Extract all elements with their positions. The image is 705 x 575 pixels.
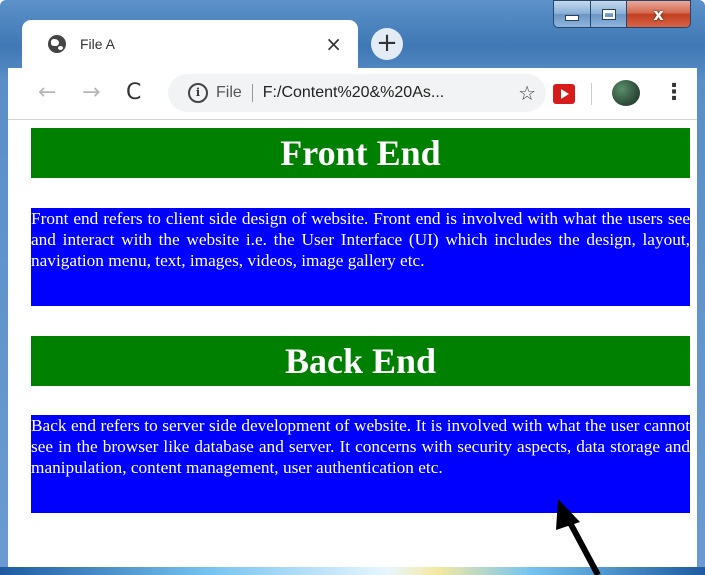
url-divider <box>251 84 253 102</box>
tab-title: File A <box>80 36 116 52</box>
minimize-button[interactable] <box>553 0 591 28</box>
back-end-heading: Back End <box>31 336 690 386</box>
url-scheme-label: File <box>216 84 242 101</box>
profile-avatar-icon[interactable] <box>612 80 640 106</box>
tab-close-icon[interactable]: × <box>325 32 342 56</box>
reload-icon[interactable]: C <box>126 80 141 105</box>
back-end-paragraph: Back end refers to server side developme… <box>31 415 690 513</box>
front-end-heading: Front End <box>31 128 690 178</box>
bookmark-star-icon[interactable]: ☆ <box>518 81 536 105</box>
toolbar-divider <box>591 83 592 105</box>
page-viewport: Front End Front end refers to client sid… <box>8 120 697 567</box>
maximize-button[interactable] <box>591 0 627 28</box>
window-controls: x <box>553 0 691 30</box>
minimize-icon <box>565 15 579 21</box>
menu-icon[interactable]: ⋮ <box>663 78 685 108</box>
window-close-button[interactable]: x <box>627 0 691 28</box>
globe-icon <box>48 35 66 53</box>
close-icon: x <box>653 4 664 24</box>
url-text[interactable]: F:/Content%20&%20As... <box>263 84 444 102</box>
info-icon[interactable]: i <box>188 83 208 103</box>
forward-arrow-icon[interactable]: → <box>82 80 100 105</box>
maximize-icon <box>601 8 616 20</box>
browser-toolbar: ← → C i File F:/Content%20&%20As... ☆ ⋮ <box>8 68 697 120</box>
address-bar[interactable]: i File F:/Content%20&%20As... ☆ <box>168 74 546 112</box>
new-tab-button[interactable]: + <box>371 28 403 60</box>
back-arrow-icon[interactable]: ← <box>38 80 56 105</box>
youtube-extension-icon[interactable] <box>553 84 575 104</box>
front-end-paragraph: Front end refers to client side design o… <box>31 208 690 306</box>
browser-tab[interactable]: File A × <box>22 20 358 68</box>
